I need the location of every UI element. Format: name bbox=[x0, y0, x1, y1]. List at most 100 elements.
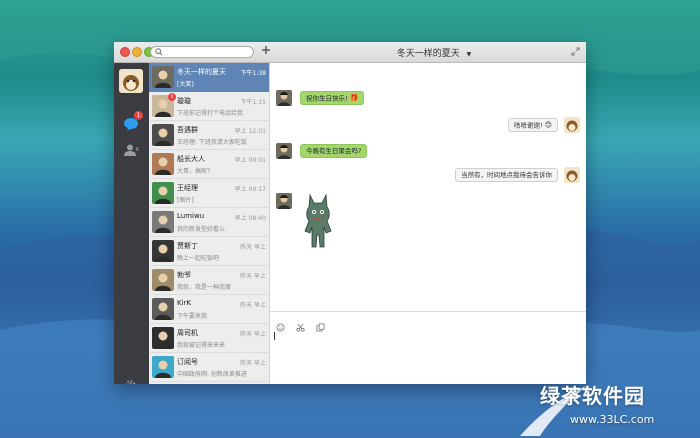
conversation-preview: 我就被记得来来来 bbox=[177, 342, 226, 349]
conversation-time: 昨天 早上 bbox=[240, 302, 266, 309]
avatar-image bbox=[152, 269, 174, 291]
conversation-time: 早上 09:17 bbox=[234, 186, 266, 193]
conversation-preview: 晚上一起吃饭吧 bbox=[177, 255, 220, 262]
sticker-image[interactable] bbox=[300, 191, 336, 253]
conversation-item[interactable]: 1 璇璇 下午1:15 下班前记得打个电话给我 bbox=[149, 92, 269, 121]
message-text: 当然有，时间地点我待会告诉你 bbox=[461, 171, 552, 179]
avatar-image bbox=[152, 153, 174, 175]
message-bubble[interactable]: 今晚有生日聚会吗? bbox=[300, 144, 368, 158]
composer-toolbar bbox=[276, 317, 331, 336]
conversation-item[interactable]: KirK 昨天 早上 下午要来我 bbox=[149, 295, 269, 324]
left-nav-sidebar: 1 bbox=[114, 63, 149, 384]
search-field[interactable] bbox=[150, 46, 254, 58]
message-text: 祝你生日快乐! bbox=[306, 94, 348, 103]
conversation-item[interactable]: 勃爷 昨天 早上我就，我是一种态度 bbox=[149, 266, 269, 295]
conversation-time: 早上 12:01 bbox=[234, 128, 266, 135]
avatar-image bbox=[152, 240, 174, 262]
conversation-preview: 中国政府网: 创新改革推进 bbox=[177, 371, 247, 378]
conversation-name: Lumiwu bbox=[177, 212, 205, 220]
conversation-avatar bbox=[152, 356, 174, 378]
chevron-down-icon: ▼ bbox=[466, 51, 472, 58]
conversation-avatar bbox=[152, 327, 174, 349]
conversation-list: 冬天一样的夏天 下午1:38 [大笑] 1 璇璇 下午1:15 下班前记得打个电话给我 吾遇群… bbox=[149, 63, 270, 384]
contact-avatar[interactable] bbox=[276, 193, 292, 209]
smiley-icon bbox=[276, 323, 285, 332]
avatar-image bbox=[564, 167, 580, 183]
unread-badge: 1 bbox=[168, 93, 176, 101]
message-text: 哈哈谢谢! bbox=[514, 121, 543, 130]
add-chat-button[interactable] bbox=[259, 44, 273, 58]
message-bubble[interactable]: 哈哈谢谢! 😊 bbox=[508, 118, 558, 132]
avatar-image bbox=[276, 143, 292, 159]
contacts-icon[interactable] bbox=[123, 143, 139, 157]
plus-icon bbox=[262, 46, 270, 54]
conversation-item[interactable]: 周司机 昨天 早上我就被记得来来来 bbox=[149, 324, 269, 353]
screenshot-button[interactable] bbox=[296, 317, 305, 336]
conversation-preview: 下午要来我 bbox=[177, 313, 208, 320]
conversation-name: 周司机 bbox=[177, 329, 198, 337]
my-avatar[interactable] bbox=[119, 69, 143, 93]
smile-icon: 😊 bbox=[544, 121, 552, 129]
conversation-item[interactable]: Lumiwu 早上 08:40 我的新发型好看么 bbox=[149, 208, 269, 237]
conversation-item[interactable]: 订阅号 昨天 早上中国政府网: 创新改革推进 bbox=[149, 353, 269, 382]
close-window-button[interactable] bbox=[120, 47, 130, 57]
contact-avatar[interactable] bbox=[276, 143, 292, 159]
conversation-time: 下午1:15 bbox=[240, 99, 266, 106]
conversation-time: 昨天 早上 bbox=[240, 360, 266, 367]
scissors-icon bbox=[296, 323, 305, 332]
conversation-time: 昨天 早上 bbox=[240, 273, 266, 280]
conversation-time: 昨天 早上 bbox=[240, 331, 266, 338]
avatar-image bbox=[152, 66, 174, 88]
avatar-image bbox=[276, 193, 292, 209]
conversation-name: 船长大人 bbox=[177, 155, 205, 163]
conversation-item[interactable]: 吾遇群 早上 12:01 王经理: 下班我请大家吃饭 bbox=[149, 121, 269, 150]
unread-badge: 1 bbox=[134, 111, 143, 120]
conversation-avatar bbox=[152, 240, 174, 262]
conversation-preview: [图片] bbox=[177, 197, 194, 204]
conversation-item[interactable]: 船长大人 早上 09:01 大哥，搞呢？ bbox=[149, 150, 269, 179]
file-button[interactable] bbox=[316, 317, 325, 336]
emoji-button[interactable] bbox=[276, 317, 285, 336]
conversation-time: 早上 09:01 bbox=[234, 157, 266, 164]
avatar-image bbox=[152, 211, 174, 233]
conversation-avatar bbox=[152, 211, 174, 233]
chat-panel: 祝你生日快乐! 🎁 哈哈谢谢! 😊 今晚有生日聚会吗? 当然有，时间地点我待会告… bbox=[270, 63, 586, 384]
message-text: 今晚有生日聚会吗? bbox=[306, 147, 362, 155]
message-bubble[interactable]: 祝你生日快乐! 🎁 bbox=[300, 91, 365, 105]
conversation-avatar bbox=[152, 124, 174, 146]
my-message-avatar[interactable] bbox=[564, 167, 580, 183]
conversation-name: 订阅号 bbox=[177, 358, 198, 366]
conversation-preview: 我就，我是一种态度 bbox=[177, 284, 232, 291]
conversation-name: 勃爷 bbox=[177, 271, 191, 279]
fullscreen-icon[interactable] bbox=[571, 47, 580, 56]
conversation-avatar bbox=[152, 66, 174, 88]
conversation-name: 贾斯丁 bbox=[177, 242, 198, 250]
avatar-image bbox=[119, 69, 143, 93]
conversation-time: 下午1:38 bbox=[240, 70, 266, 77]
conversation-time: 早上 08:40 bbox=[234, 215, 266, 222]
my-message-avatar[interactable] bbox=[564, 117, 580, 133]
window-title[interactable]: 冬天一样的夏天 ▼ bbox=[344, 46, 524, 59]
conversation-name: 璇璇 bbox=[177, 97, 191, 105]
conversation-item[interactable]: 冬天一样的夏天 下午1:38 [大笑] bbox=[149, 63, 269, 92]
avatar-image bbox=[152, 327, 174, 349]
watermark-text: 绿茶软件园 bbox=[540, 384, 645, 408]
avatar-image bbox=[152, 182, 174, 204]
message-bubble[interactable]: 当然有，时间地点我待会告诉你 bbox=[455, 168, 558, 182]
gear-icon[interactable] bbox=[124, 379, 137, 384]
minimize-window-button[interactable] bbox=[132, 47, 142, 57]
conversation-avatar bbox=[152, 153, 174, 175]
conversation-preview: 大哥，搞呢？ bbox=[177, 168, 214, 175]
conversation-item[interactable]: 王经理 早上 09:17 [图片] bbox=[149, 179, 269, 208]
conversation-name: 冬天一样的夏天 bbox=[177, 68, 226, 76]
avatar-image bbox=[564, 117, 580, 133]
contact-avatar[interactable] bbox=[276, 90, 292, 106]
search-input[interactable] bbox=[165, 47, 249, 57]
conversation-name: 王经理 bbox=[177, 184, 198, 192]
conversation-item[interactable]: 贾斯丁 昨天 早上 晚上一起吃饭吧 bbox=[149, 237, 269, 266]
avatar-image bbox=[276, 90, 292, 106]
conversation-preview: [大笑] bbox=[177, 81, 194, 88]
conversation-preview: 我的新发型好看么 bbox=[177, 226, 226, 233]
text-caret[interactable] bbox=[274, 332, 275, 340]
message-area: 祝你生日快乐! 🎁 哈哈谢谢! 😊 今晚有生日聚会吗? 当然有，时间地点我待会告… bbox=[270, 63, 586, 311]
